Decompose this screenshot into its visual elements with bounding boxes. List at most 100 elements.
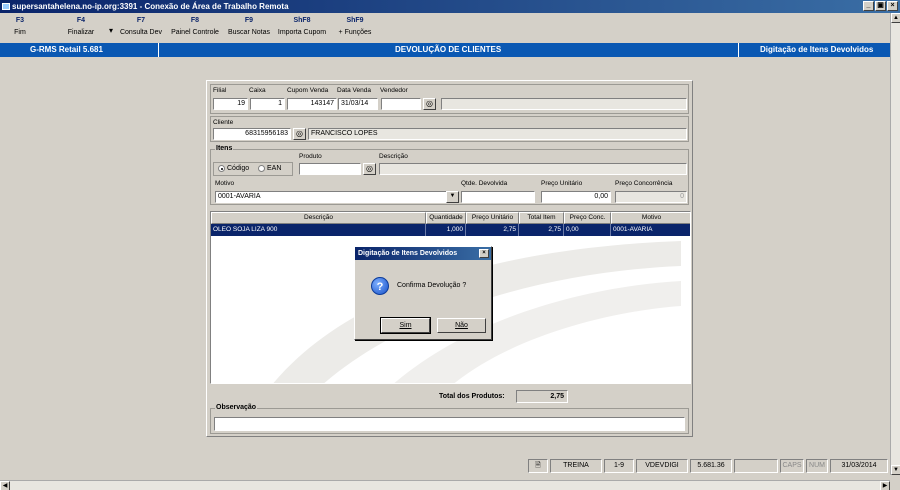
toolbar-item-finalizar[interactable]: F4 Finalizar (64, 17, 98, 36)
preco-unitario-label: Preço Unitário (541, 180, 583, 187)
yes-button-label: Sim (399, 322, 412, 329)
caps-indicator: CAPS (780, 459, 804, 473)
cell-preco-unitario: 2,75 (466, 224, 519, 236)
radio-ean-label: EAN (267, 165, 282, 172)
scroll-left-icon[interactable]: ◀ (0, 481, 10, 490)
restore-button[interactable]: ▣ (875, 1, 886, 11)
vendedor-field[interactable] (381, 98, 421, 110)
cupom-field[interactable]: 143147 (287, 98, 337, 110)
scroll-right-icon[interactable]: ▶ (880, 481, 890, 490)
observacao-field[interactable] (214, 417, 685, 431)
vendedor-label: Vendedor (380, 87, 408, 94)
dialog-title-bar: Digitação de Itens Devolvidos × (355, 247, 491, 260)
no-button-label: Não (455, 322, 468, 329)
binoculars-icon[interactable]: ◎ (423, 98, 436, 110)
cell-motivo: 0001-AVARIA (613, 226, 653, 233)
cliente-code-field[interactable]: 68315956183 (213, 128, 291, 140)
toolbar-key: ShF8 (293, 17, 311, 24)
yes-button[interactable]: Sim (380, 317, 431, 334)
binoculars-icon[interactable]: ◎ (293, 128, 306, 140)
toolbar-item-consulta-dev[interactable]: F7 Consulta Dev (118, 17, 164, 36)
descricao-label: Descrição (379, 153, 408, 160)
data-venda-label: Data Venda (337, 87, 371, 94)
toolbar-label: Importa Cupom (277, 29, 327, 36)
blank-status (734, 459, 778, 473)
screen-title: DEVOLUÇÃO DE CLIENTES (395, 45, 502, 54)
toolbar-key: F8 (190, 17, 200, 24)
total-value: 2,75 (516, 390, 568, 403)
app-version: G-RMS Retail 5.681 (30, 45, 103, 54)
data-venda-field[interactable]: 31/03/14 (338, 98, 378, 110)
radio-unselected-icon (258, 165, 265, 172)
horizontal-scrollbar[interactable]: ◀ ▶ (0, 480, 890, 490)
toolbar-item-fim[interactable]: F3 Fim (8, 17, 32, 36)
col-preco-unitario[interactable]: Preço Unitário (466, 212, 519, 224)
dropdown-arrow-icon[interactable]: ▾ (109, 26, 113, 35)
toolbar-item-mais-funcoes[interactable]: ShF9 + Funções (334, 17, 376, 36)
preco-unitario-field[interactable]: 0,00 (541, 191, 611, 203)
status-bar: 🗎 TREINA 1-9 VDEVDIGI 5.681.36 CAPS NUM … (0, 458, 890, 474)
radio-codigo[interactable]: Código (218, 165, 249, 172)
vertical-scrollbar[interactable]: ▲ ▼ (890, 13, 900, 475)
module-header-bar: G-RMS Retail 5.681 DEVOLUÇÃO DE CLIENTES… (0, 43, 890, 57)
observacao-label: Observação (215, 404, 258, 411)
question-icon: ? (371, 277, 389, 295)
environment-status: TREINA (550, 459, 602, 473)
program-status: VDEVDIGI (636, 459, 688, 473)
col-preco-conc[interactable]: Preço Conc. (564, 212, 611, 224)
radio-ean[interactable]: EAN (258, 165, 281, 172)
produto-label: Produto (299, 153, 322, 160)
toolbar-item-importa-cupom[interactable]: ShF8 Importa Cupom (275, 17, 329, 36)
itens-group: Itens Código EAN Produto Descrição ◎ Mot… (210, 145, 689, 205)
binoculars-icon[interactable]: ◎ (363, 163, 376, 175)
radio-selected-icon (218, 165, 225, 172)
descricao-field (379, 163, 687, 175)
cell-quantidade: 1,000 (426, 224, 466, 236)
col-motivo[interactable]: Motivo (611, 212, 690, 224)
preco-concorrencia-label: Preço Concorrência (615, 180, 673, 187)
close-button[interactable]: × (887, 1, 898, 11)
toolbar-key: F9 (244, 17, 254, 24)
toolbar-label: Finalizar (67, 29, 95, 36)
toolbar-key: ShF9 (346, 17, 364, 24)
version-status: 5.681.36 (690, 459, 732, 473)
scroll-down-icon[interactable]: ▼ (891, 465, 900, 475)
no-button[interactable]: Não (437, 318, 486, 333)
document-icon: 🗎 (528, 459, 548, 473)
step-title: Digitação de Itens Devolvidos (760, 45, 874, 54)
cell-total-item: 2,75 (519, 224, 564, 236)
header-divider (158, 43, 159, 57)
cliente-name-field: FRANCISCO LOPES (308, 128, 687, 140)
col-descricao[interactable]: Descrição (211, 212, 426, 224)
observacao-group: Observação (210, 404, 689, 434)
motivo-select[interactable]: 0001-AVARIA (215, 191, 447, 203)
produto-field[interactable] (299, 163, 361, 175)
dialog-title: Digitação de Itens Devolvidos (358, 250, 458, 257)
col-total-item[interactable]: Total Item (519, 212, 564, 224)
date-status: 31/03/2014 (830, 459, 888, 473)
cupom-label: Cupom Venda (287, 87, 329, 94)
filial-label: Filial (213, 87, 227, 94)
preco-concorrencia-field: 0 (615, 191, 687, 203)
window-title-bar: supersantahelena.no-ip.org:3391 - Conexã… (0, 0, 900, 13)
cell-preco-conc: 0,00 (564, 224, 611, 236)
scroll-up-icon[interactable]: ▲ (891, 13, 900, 23)
caixa-field[interactable]: 1 (250, 98, 285, 110)
confirm-dialog: Digitação de Itens Devolvidos × ? Confir… (354, 246, 492, 340)
qtde-devolvida-field[interactable] (461, 191, 535, 203)
vendedor-name-field (441, 98, 687, 110)
chevron-down-icon[interactable]: ▼ (446, 191, 459, 203)
minimize-button[interactable]: _ (863, 1, 874, 11)
itens-group-title: Itens (215, 145, 234, 152)
num-indicator: NUM (806, 459, 828, 473)
toolbar-item-buscar-notas[interactable]: F9 Buscar Notas (225, 17, 273, 36)
total-label: Total dos Produtos: (439, 393, 505, 400)
filial-field[interactable]: 19 (213, 98, 248, 110)
toolbar-item-painel-controle[interactable]: F8 Painel Controle (166, 17, 224, 36)
cell-descricao: OLEO SOJA LIZA 900 (211, 224, 426, 236)
close-icon[interactable]: × (479, 249, 489, 258)
col-quantidade[interactable]: Quantidade (426, 212, 466, 224)
table-row[interactable]: OLEO SOJA LIZA 900 1,000 2,75 2,75 0,00 … (211, 224, 690, 236)
toolbar-label: + Funções (338, 29, 372, 36)
grid-header-row: Descrição Quantidade Preço Unitário Tota… (211, 212, 690, 224)
